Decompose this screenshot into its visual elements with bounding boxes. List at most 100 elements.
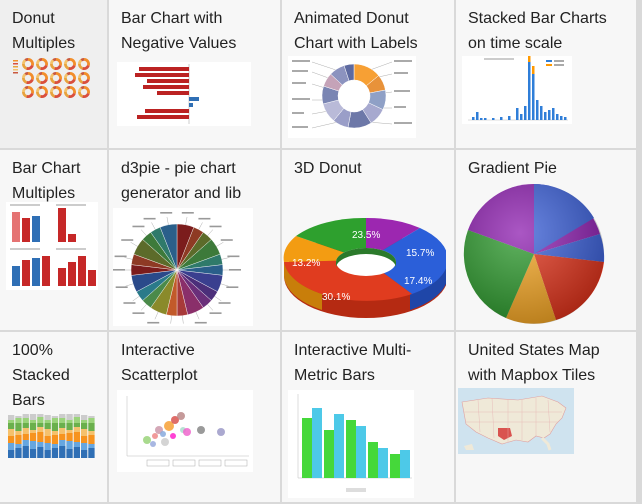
gallery-card-animated-donut[interactable]: Animated Donut Chart with Labels: [282, 0, 454, 148]
label-leader: [207, 304, 214, 311]
donut-slice: [82, 64, 90, 70]
scatter-point: [183, 428, 191, 436]
bar: [476, 112, 479, 120]
bar-segment: [81, 423, 88, 429]
label-red: 30.1%: [322, 292, 350, 303]
bar-segment: [81, 443, 88, 450]
legend-swatch: [13, 72, 18, 74]
label-leader: [207, 229, 214, 236]
example-gallery-grid: Donut Multiples Bar Chart with Negative …: [0, 0, 642, 504]
bar-segment: [66, 433, 73, 441]
gallery-card-multi-metric[interactable]: Interactive Multi-Metric Bars: [282, 332, 454, 502]
bar: [400, 450, 410, 478]
bar-segment: [88, 418, 95, 423]
label-leader: [182, 315, 184, 324]
donut-slice: [50, 92, 56, 98]
bar-segment: [15, 431, 22, 435]
gallery-card-bar-multiples[interactable]: Bar Chart Multiples: [0, 150, 107, 330]
bar: [548, 110, 551, 120]
card-title: Bar Chart with Negative Values: [121, 10, 237, 52]
scatter-point: [170, 433, 176, 439]
donut-slice: [82, 92, 90, 98]
gallery-card-bar-negative[interactable]: Bar Chart with Negative Values: [109, 0, 280, 148]
bar: [516, 108, 519, 120]
bar-segment: [66, 423, 73, 430]
gallery-card-scatterplot[interactable]: Interactive Scatterplot: [109, 332, 280, 502]
donut-slice: [42, 58, 49, 66]
bar-segment: [59, 434, 66, 440]
donut-slice: [40, 92, 48, 98]
bar-segment: [73, 417, 80, 423]
legend-swatch: [13, 60, 18, 62]
bar-segment: [81, 420, 88, 423]
donut-slice: [26, 78, 34, 84]
donut-slice: [50, 78, 56, 84]
bar-segment: [81, 415, 88, 420]
bar-segment: [88, 435, 95, 444]
label-placeholder: [198, 217, 211, 220]
gallery-card-us-map[interactable]: United States Map with Mapbox Tiles: [456, 332, 636, 502]
donut-slice: [42, 86, 49, 94]
label-leader: [166, 216, 169, 225]
label-placeholder: [194, 321, 207, 324]
donut-slice: [56, 86, 62, 94]
label-leader: [170, 315, 172, 324]
label-placeholder: [181, 212, 194, 214]
donut-slice: [78, 64, 84, 70]
label-leader: [140, 229, 147, 236]
bar-segment: [51, 416, 59, 418]
bar-segment: [44, 443, 51, 450]
gallery-card-stacked-time[interactable]: Stacked Bar Charts on time scale: [456, 0, 636, 148]
label-leader: [151, 222, 156, 230]
bar-segment: [59, 423, 66, 428]
bar-segment: [88, 416, 95, 418]
us-map-thumbnail: [458, 388, 574, 454]
donut-slice: [64, 92, 70, 98]
bar-segment: [15, 444, 22, 448]
gallery-card-100-stacked[interactable]: 100% Stacked Bars: [0, 332, 107, 502]
bar-segment: [29, 433, 37, 441]
bar-segment: [8, 429, 15, 436]
gallery-card-donut-multiples[interactable]: Donut Multiples: [0, 0, 107, 148]
panel-title: [56, 204, 86, 206]
bar: [22, 260, 30, 286]
gallery-card-d3pie[interactable]: d3pie - pie chart generator and lib: [109, 150, 280, 330]
bar: [484, 118, 487, 120]
label-placeholder: [121, 239, 134, 241]
donut-slice: [36, 64, 42, 70]
bar-segment: [59, 446, 66, 458]
bar-segment: [8, 420, 15, 423]
bar-segment: [44, 420, 51, 423]
bar-segment: [66, 441, 73, 449]
label-leader: [220, 283, 229, 287]
bar-segment: [88, 431, 95, 435]
bar-segment: [22, 440, 29, 446]
bar-segment: [73, 423, 80, 427]
bar-segment: [29, 430, 37, 433]
bar-segment: [44, 415, 51, 420]
bar-segment: [81, 436, 88, 443]
bar-segment: [44, 436, 51, 443]
bar-segment: [8, 450, 15, 458]
bar: [302, 418, 312, 478]
bar-segment: [8, 423, 15, 429]
donut-slice: [84, 58, 90, 66]
gallery-card-3d-donut[interactable]: 3D Donut 23.5% 15.7% 13.2% 17.4% 30.1%: [282, 150, 454, 330]
bar: [88, 270, 96, 286]
donut-slice: [50, 64, 56, 70]
stacked-time-thumbnail: [462, 56, 572, 124]
donut-slice: [40, 78, 48, 84]
card-title: Stacked Bar Charts on time scale: [468, 10, 607, 52]
bar-segment: [15, 423, 22, 431]
gallery-card-gradient-pie[interactable]: Gradient Pie: [456, 150, 636, 330]
multi-metric-thumbnail: [288, 390, 414, 498]
bar-segment: [22, 423, 29, 428]
donut-slice: [28, 86, 34, 94]
panel-title: [56, 248, 86, 250]
label-placeholder: [218, 302, 231, 304]
donut-slice: [22, 78, 28, 84]
bar-segment: [8, 436, 15, 443]
donut-slice: [64, 64, 70, 70]
bar-segment: [88, 423, 95, 431]
bar-segment: [51, 448, 59, 458]
